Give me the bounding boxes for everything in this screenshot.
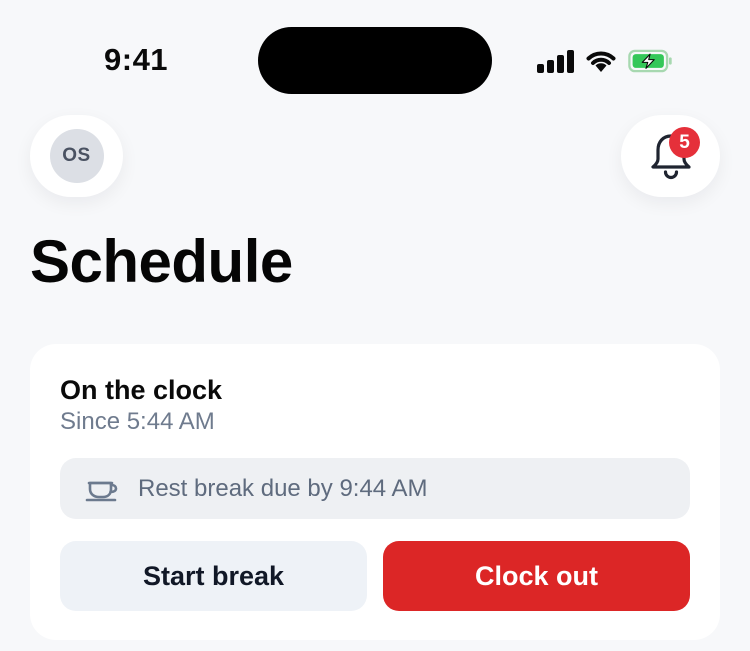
- notification-badge: 5: [669, 127, 700, 158]
- cellular-signal-icon: [537, 49, 574, 73]
- notifications-button[interactable]: [621, 115, 720, 197]
- clock-since-time: Since 5:44 AM: [60, 408, 215, 435]
- clock-status-title: On the clock: [60, 375, 223, 405]
- clock-status-card: On the clock Since 5:44 AM Rest break du…: [30, 344, 720, 640]
- battery-charging-icon: [628, 49, 672, 73]
- start-break-button[interactable]: Start break: [60, 541, 367, 611]
- page-title: Schedule: [30, 228, 293, 295]
- avatar-button[interactable]: OS: [30, 115, 123, 197]
- avatar: OS: [49, 129, 104, 183]
- schedule-screen: 9:41 OS 5 Schedule On the clock Since 5:…: [0, 0, 750, 651]
- status-icons: [537, 46, 674, 76]
- clock-out-button[interactable]: Clock out: [383, 541, 690, 611]
- coffee-cup-icon: [85, 481, 118, 501]
- status-time: 9:41: [104, 42, 169, 77]
- break-notice: Rest break due by 9:44 AM: [60, 458, 690, 519]
- break-notice-text: Rest break due by 9:44 AM: [138, 474, 428, 502]
- dynamic-island: [258, 27, 492, 94]
- wifi-icon: [586, 51, 616, 72]
